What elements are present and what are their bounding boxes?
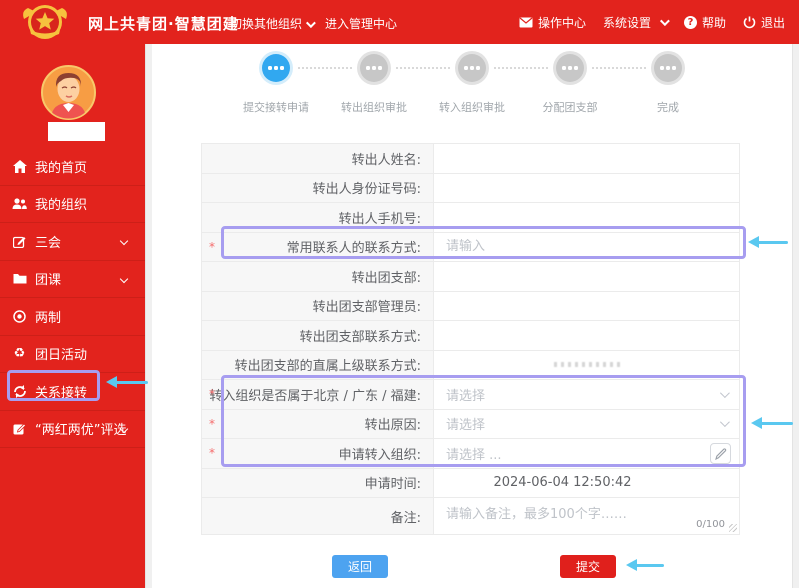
admin-center-link[interactable]: 进入管理中心 [325,15,397,32]
step-label-4: 分配团支部 [515,99,625,115]
required-asterisk: * [209,387,215,401]
chevron-down-icon [720,417,730,427]
main-content: 提交接转申请 转出组织审批 转入组织审批 分配团支部 完成 转出人姓名: 转出人… [152,44,792,588]
transfer-icon [12,384,27,399]
step-connector [494,67,548,69]
step-circle-2 [360,54,388,82]
recycle-icon: ♻ [12,346,27,361]
sidebar-item-liangzhi[interactable]: 两制 [0,298,145,336]
sidebar-item-tuanri-activity[interactable]: ♻ 团日活动 [0,336,145,374]
system-settings-link[interactable]: 系统设置 [603,14,667,31]
form-row-phone: 转出人手机号: [202,203,739,233]
form-row-superior-contact: 转出团支部的直属上级联系方式: [202,351,739,381]
step-connector [592,67,646,69]
operation-center-link[interactable]: 操作中心 [519,14,586,31]
form-row-target-org: *申请转入组织: 请选择 ... [202,439,739,469]
power-icon [743,16,756,29]
form-row-out-branch-admin: 转出团支部管理员: [202,292,739,322]
app-header: 网上共青团·智慧团建 切换其他组织 进入管理中心 操作中心 系统设置 ? 帮助 … [0,0,799,44]
transfer-reason-select[interactable]: 请选择 [434,410,739,439]
sidebar-menu: 我的首页 我的组织 三会 团课 两制 ♻ 团日活动 关系接转 [0,148,145,448]
target-org-select[interactable]: 请选择 ... [434,439,739,468]
home-icon [12,159,27,174]
back-button[interactable]: 返回 [332,555,388,578]
step-circle-4 [556,54,584,82]
sidebar-item-sanhui[interactable]: 三会 [0,223,145,261]
char-counter: 0/100 [696,519,725,530]
step-label-2: 转出组织审批 [319,99,429,115]
step-label-5: 完成 [613,99,723,115]
step-label-1: 提交接转申请 [221,99,331,115]
submit-button[interactable]: 提交 [560,555,616,578]
sidebar-item-organization[interactable]: 我的组织 [0,186,145,224]
form-row-out-branch: 转出团支部: [202,262,739,292]
transfer-stepper: 提交接转申请 转出组织审批 转入组织审批 分配团支部 完成 [152,44,792,124]
step-label-3: 转入组织审批 [417,99,527,115]
step-circle-3 [458,54,486,82]
avatar [41,65,96,120]
out-branch-value [434,262,739,291]
form-row-out-branch-contact: 转出团支部联系方式: [202,321,739,351]
users-icon [12,196,27,211]
help-link[interactable]: ? 帮助 [684,14,726,31]
form-row-target-region: *转入组织是否属于北京 / 广东 / 福建: 请选择 [202,380,739,410]
form-row-transfer-reason: *转出原因: 请选择 [202,410,739,440]
apply-time-value: 2024-06-04 12:50:42 [434,469,739,498]
redacted-value [554,362,620,367]
transfer-form: 转出人姓名: 转出人身份证号码: 转出人手机号: *常用联系人的联系方式: 转出… [201,143,740,535]
chevron-down-icon [306,18,316,28]
chevron-down-icon [720,388,730,398]
resize-handle-icon[interactable] [729,524,737,532]
step-circle-5 [654,54,682,82]
switch-org-link[interactable]: 切换其他组织 [230,15,313,32]
contact-method-input[interactable] [446,239,729,254]
edit-org-button[interactable] [710,443,731,464]
form-row-id-number: 转出人身份证号码: [202,174,739,204]
edit-square-icon [12,421,27,436]
chevron-down-icon [660,16,670,26]
sidebar-item-tuanke[interactable]: 团课 [0,261,145,299]
league-emblem-icon [20,3,70,41]
form-row-contact-method: *常用联系人的联系方式: [202,233,739,263]
redacted-username [48,122,105,141]
target-icon [12,309,27,324]
phone-value [434,203,739,232]
chevron-down-icon [120,275,128,283]
mail-icon [519,17,533,28]
page-scrollbar[interactable] [792,44,799,588]
logout-link[interactable]: 退出 [743,14,785,31]
form-row-remark: 备注: 0/100 [202,498,739,534]
folder-icon [12,271,27,286]
form-row-apply-time: 申请时间: 2024-06-04 12:50:42 [202,469,739,499]
sidebar: 我的首页 我的组织 三会 团课 两制 ♻ 团日活动 关系接转 [0,44,145,588]
id-number-value [434,174,739,203]
required-asterisk: * [209,240,215,254]
required-asterisk: * [209,446,215,460]
sidebar-item-home[interactable]: 我的首页 [0,148,145,186]
help-icon: ? [684,16,697,29]
target-region-select[interactable]: 请选择 [434,380,739,409]
step-circle-1 [262,54,290,82]
out-branch-contact-value [434,321,739,350]
required-asterisk: * [209,417,215,431]
sidebar-item-relation-transfer[interactable]: 关系接转 [0,373,145,411]
out-branch-admin-value [434,292,739,321]
sidebar-item-lianghong-liangyou[interactable]: “两红两优”评选 [0,411,145,449]
chevron-down-icon [120,237,128,245]
step-connector [298,67,352,69]
form-row-transfer-name: 转出人姓名: [202,144,739,174]
app-title: 网上共青团·智慧团建 [88,13,239,34]
step-connector [396,67,450,69]
pencil-icon [715,448,727,460]
sidebar-scrollbar[interactable] [145,44,152,588]
transfer-name-value [434,144,739,173]
edit-square-icon [12,234,27,249]
remark-textarea[interactable] [446,498,729,534]
